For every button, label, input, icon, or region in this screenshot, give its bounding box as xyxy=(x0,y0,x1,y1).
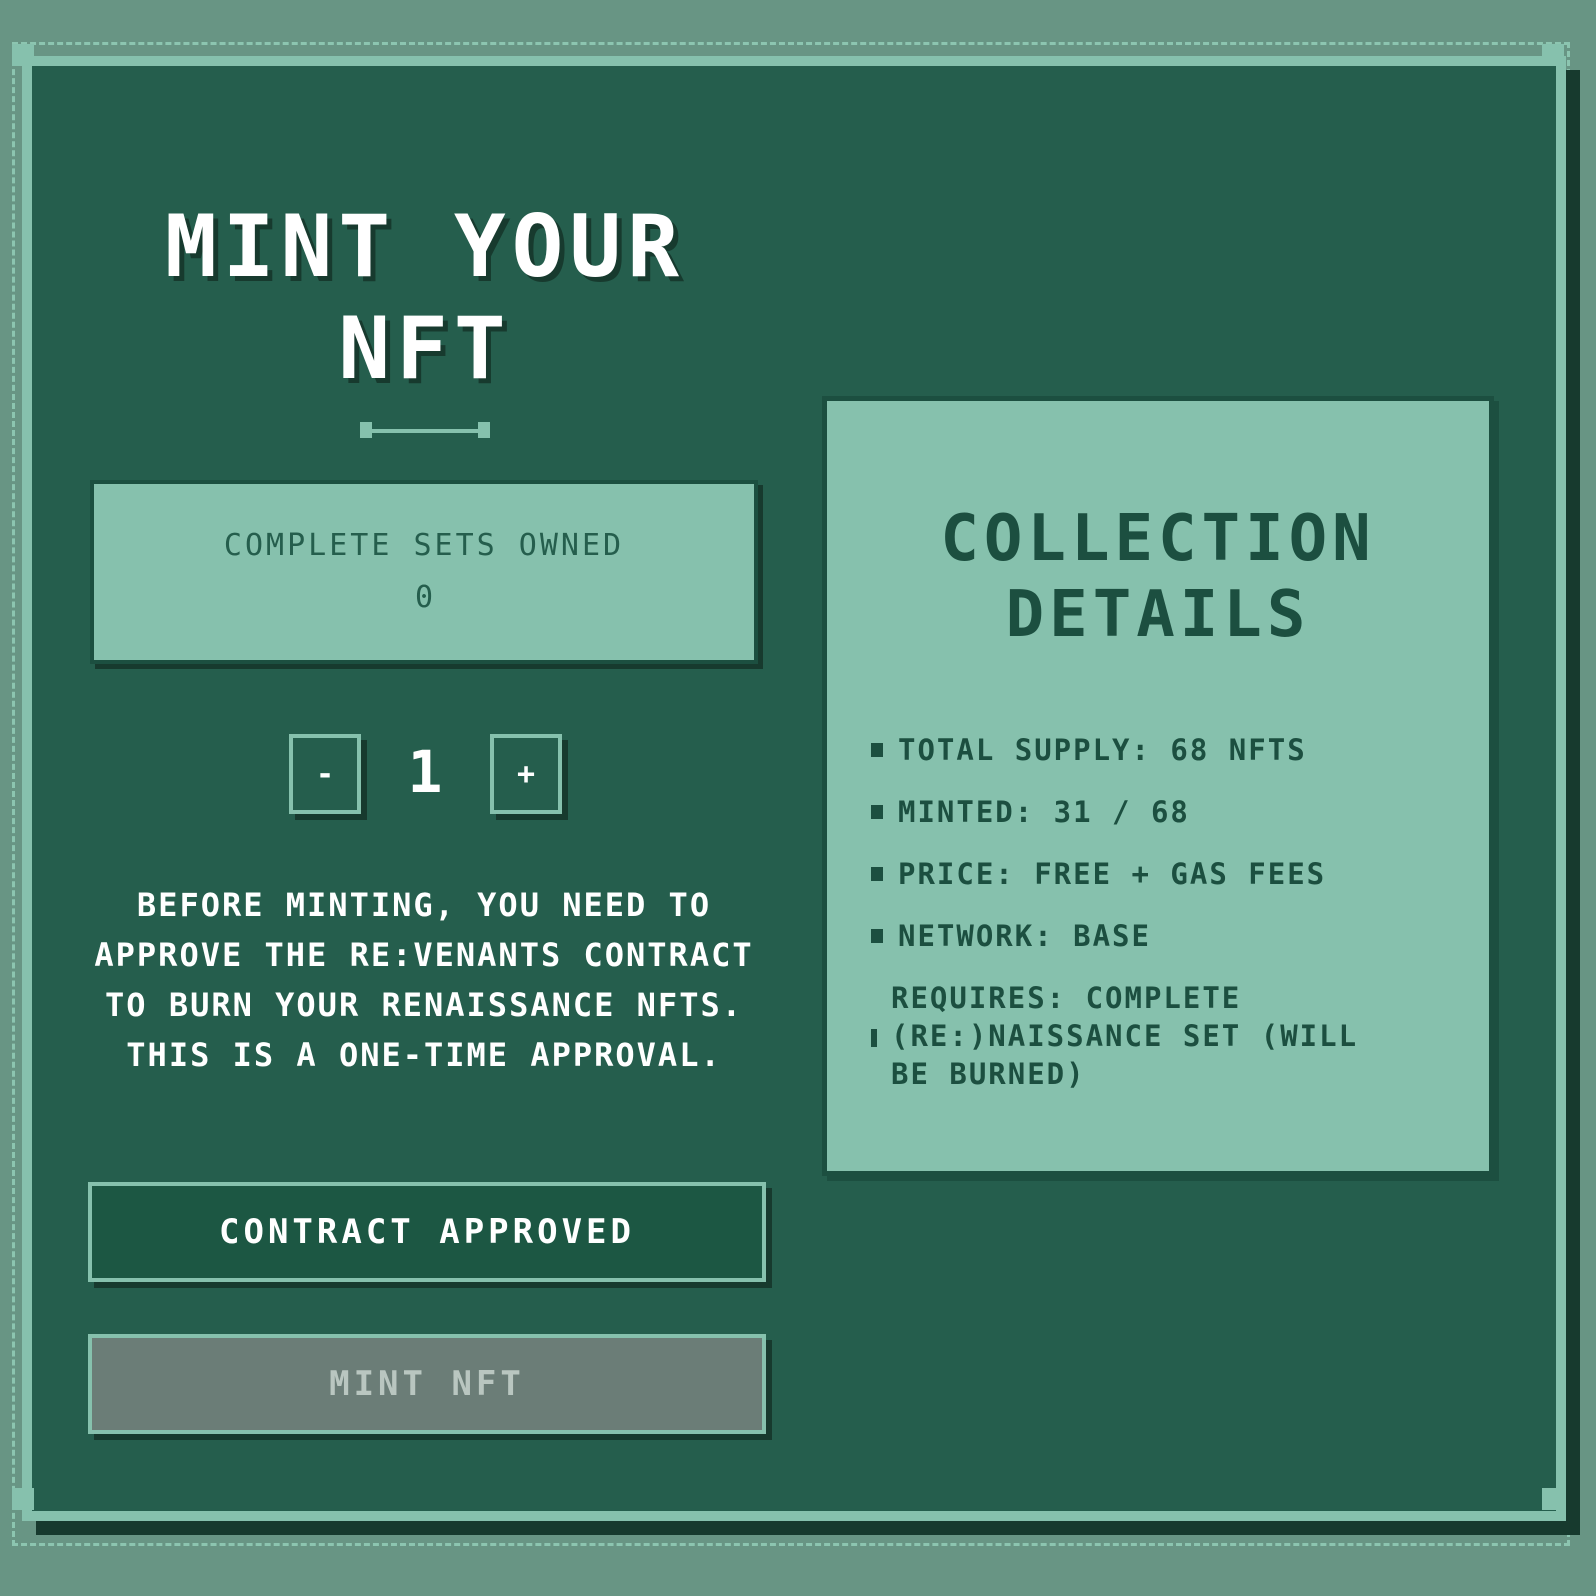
corner-decoration xyxy=(12,1488,34,1510)
approval-info-text: BEFORE MINTING, YOU NEED TO APPROVE THE … xyxy=(94,886,754,1074)
complete-sets-value: 0 xyxy=(414,580,434,615)
collection-details-title: COLLECTION DETAILS xyxy=(940,502,1376,652)
detail-text: NETWORK: BASE xyxy=(898,919,1151,953)
contract-approved-button[interactable]: CONTRACT APPROVED xyxy=(88,1182,766,1282)
decrease-quantity-button[interactable]: - xyxy=(289,734,361,814)
corner-decoration xyxy=(1542,1488,1564,1510)
detail-text: PRICE: FREE + GAS FEES xyxy=(898,857,1327,891)
divider-cap xyxy=(478,422,490,438)
quantity-value: 1 xyxy=(407,738,443,806)
divider-bar xyxy=(364,429,486,433)
detail-text: REQUIRES: COMPLETE (RE:)NAISSANCE SET (W… xyxy=(891,981,1359,1091)
page-title: MINT YOUR NFT xyxy=(165,197,685,399)
bullet-icon xyxy=(871,805,883,819)
complete-sets-label: COMPLETE SETS OWNED xyxy=(223,528,625,563)
title-divider xyxy=(360,422,490,438)
increase-quantity-button[interactable]: + xyxy=(490,734,562,814)
detail-text: MINTED: 31 / 68 xyxy=(898,795,1190,829)
corner-decoration xyxy=(1542,44,1564,66)
detail-text: TOTAL SUPPLY: 68 NFTS xyxy=(898,733,1307,767)
bullet-icon xyxy=(871,1029,877,1047)
bullet-icon xyxy=(871,929,883,943)
collection-details-card: COLLECTION DETAILS TOTAL SUPPLY: 68 NFTS… xyxy=(822,396,1494,1176)
corner-decoration xyxy=(12,44,34,66)
bullet-icon xyxy=(871,743,883,757)
complete-sets-box: COMPLETE SETS OWNED 0 xyxy=(90,480,758,664)
bullet-icon xyxy=(871,867,883,881)
mint-nft-button[interactable]: MINT NFT xyxy=(88,1334,766,1434)
